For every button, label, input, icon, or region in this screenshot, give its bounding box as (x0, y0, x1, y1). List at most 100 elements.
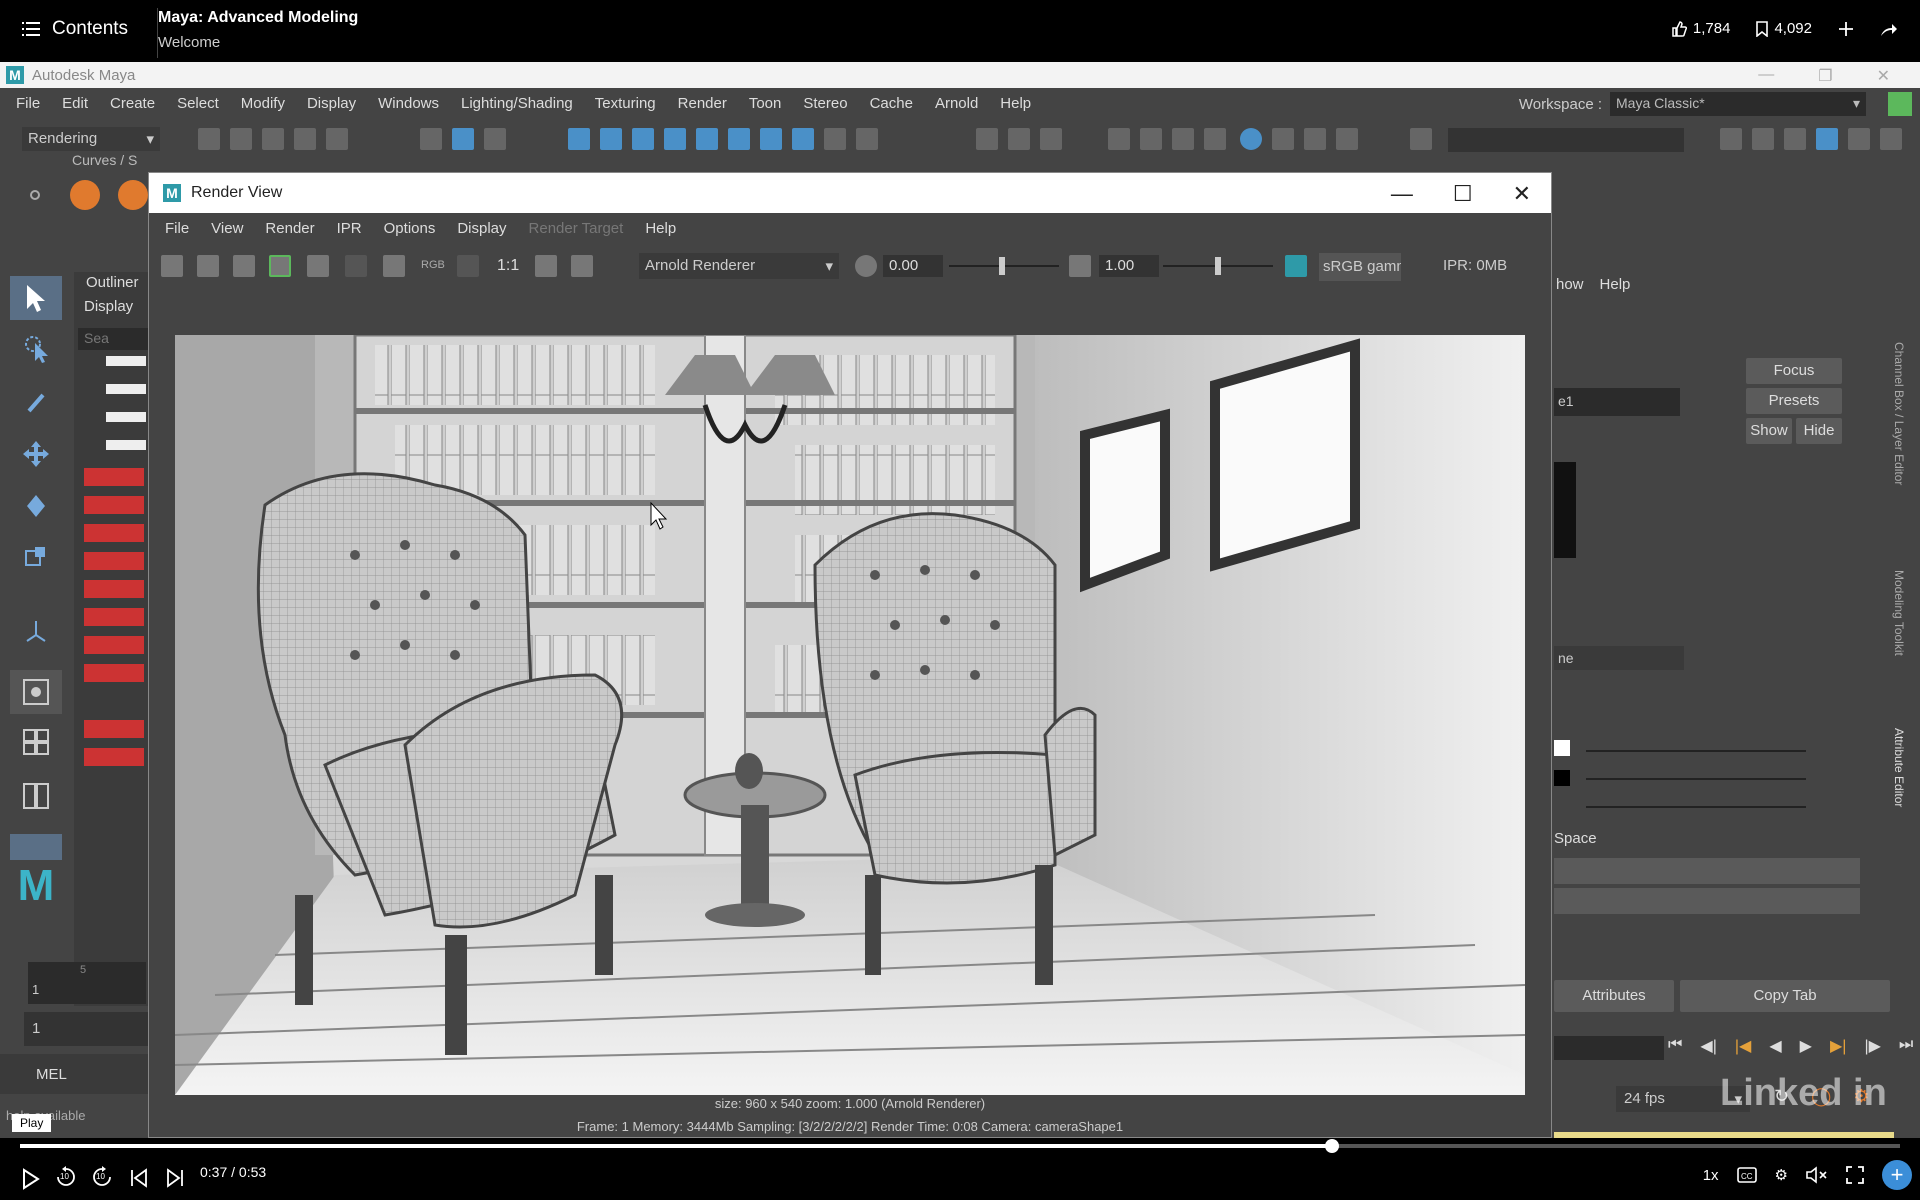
ae-slider-track[interactable] (1586, 750, 1806, 752)
save-scene-icon[interactable] (262, 128, 284, 150)
menu-arnold[interactable]: Arnold (935, 95, 978, 112)
exposure-field[interactable]: 0.00 (883, 255, 943, 277)
outliner-display-menu[interactable]: Display (84, 298, 133, 315)
ae-node-name-field[interactable]: e1 (1554, 388, 1680, 416)
hypershade-icon[interactable] (1108, 128, 1130, 150)
ipr-icon[interactable] (1040, 128, 1062, 150)
time-slider[interactable]: 1 5 (28, 962, 146, 1004)
outliner-mesh-item[interactable] (84, 636, 144, 654)
attribute-editor-icon[interactable] (1816, 128, 1838, 150)
exposure-slider-handle[interactable] (999, 257, 1005, 275)
menu-windows[interactable]: Windows (378, 95, 439, 112)
go-to-start-icon[interactable]: ⏮ (1668, 1036, 1682, 1056)
play-forwards-icon[interactable]: ▶ (1800, 1036, 1812, 1056)
restore-icon[interactable]: ❐ (1818, 66, 1832, 86)
volume-muted-icon[interactable] (1806, 1166, 1828, 1184)
next-button[interactable] (166, 1168, 184, 1188)
snap-vertex-icon[interactable] (728, 128, 750, 150)
menu-texturing[interactable]: Texturing (595, 95, 656, 112)
symmetry-icon[interactable] (760, 128, 782, 150)
ae-slider-track[interactable] (1586, 778, 1806, 780)
new-scene-icon[interactable] (198, 128, 220, 150)
outliner-mesh-item[interactable] (84, 580, 144, 598)
undo-icon[interactable] (294, 128, 316, 150)
render-settings-icon[interactable] (383, 255, 405, 277)
color-swatch-white[interactable] (1554, 740, 1570, 756)
load-attributes-button[interactable]: Attributes (1554, 980, 1674, 1012)
step-forward-key-icon[interactable]: ▶| (1830, 1036, 1846, 1056)
step-back-icon[interactable]: ◀| (1700, 1036, 1716, 1056)
step-forward-icon[interactable]: |▶ (1864, 1036, 1880, 1056)
outliner-search-input[interactable]: Sea (78, 328, 148, 350)
outliner-mesh-item[interactable] (84, 524, 144, 542)
select-tool-icon[interactable] (10, 276, 62, 320)
sphere-shelf-icon[interactable] (70, 180, 100, 210)
rv-menu-file[interactable]: File (165, 220, 189, 237)
add-note-button[interactable]: + (1882, 1160, 1912, 1190)
modeling-toolkit-icon[interactable] (1784, 128, 1806, 150)
like-button[interactable]: 1,784 (1671, 20, 1730, 37)
alpha-channel-icon[interactable] (457, 255, 479, 277)
gamma-slider-handle[interactable] (1215, 257, 1221, 275)
keep-image-icon[interactable] (535, 255, 557, 277)
shelf-options-icon[interactable] (30, 190, 40, 200)
step-back-key-icon[interactable]: |◀ (1735, 1036, 1751, 1056)
outliner-mesh-item[interactable] (84, 468, 144, 486)
hide-button[interactable]: Hide (1796, 418, 1842, 444)
rv-menu-render[interactable]: Render (265, 220, 314, 237)
select-component-icon[interactable] (484, 128, 506, 150)
close-icon[interactable]: ✕ (1513, 181, 1531, 207)
menu-edit[interactable]: Edit (62, 95, 88, 112)
outliner-mesh-item[interactable] (84, 608, 144, 626)
previous-button[interactable] (130, 1168, 148, 1188)
save-button[interactable]: 4,092 (1756, 20, 1812, 37)
stop-ipr-icon[interactable] (345, 255, 367, 277)
ae-field[interactable] (1554, 858, 1860, 884)
rv-menu-ipr[interactable]: IPR (337, 220, 362, 237)
menu-modify[interactable]: Modify (241, 95, 285, 112)
render-view-icon[interactable] (976, 128, 998, 150)
menu-help[interactable]: Help (1000, 95, 1031, 112)
ae-menu-help[interactable]: Help (1600, 276, 1631, 293)
current-time-field[interactable] (1554, 1036, 1664, 1060)
input-mode-icon[interactable] (1410, 128, 1432, 150)
outliner-camera-item[interactable] (106, 356, 146, 366)
outliner-mesh-item[interactable] (84, 552, 144, 570)
command-line[interactable] (0, 1054, 150, 1094)
ae-field[interactable] (1554, 888, 1860, 914)
lasso-tool-icon[interactable] (10, 328, 62, 372)
snap-grid-icon[interactable] (568, 128, 590, 150)
refresh-ipr-icon[interactable] (307, 255, 329, 277)
rv-menu-help[interactable]: Help (645, 220, 676, 237)
focus-button[interactable]: Focus (1746, 358, 1842, 384)
gamma-field[interactable]: 1.00 (1099, 255, 1159, 277)
go-to-end-icon[interactable]: ⏭ (1899, 1036, 1913, 1056)
render-region-icon[interactable] (197, 255, 219, 277)
snap-curve-icon[interactable] (600, 128, 622, 150)
rv-menu-display[interactable]: Display (457, 220, 506, 237)
progress-handle[interactable] (1325, 1139, 1340, 1153)
attribute-editor-tab[interactable]: Attribute Editor (1892, 728, 1906, 807)
view-transform-select[interactable]: sRGB gamm (1319, 253, 1401, 281)
render-sequence-icon[interactable] (1172, 128, 1194, 150)
minimize-icon[interactable]: — (1391, 181, 1413, 207)
select-hierarchy-icon[interactable] (420, 128, 442, 150)
channel-box-icon[interactable] (1880, 128, 1902, 150)
gamma-icon[interactable] (1069, 255, 1091, 277)
shelf-tab[interactable]: Curves / S (72, 152, 137, 168)
layout-icon[interactable] (1752, 128, 1774, 150)
torus-shelf-icon[interactable] (118, 180, 148, 210)
menu-toon[interactable]: Toon (749, 95, 782, 112)
copy-tab-button[interactable]: Copy Tab (1680, 980, 1890, 1012)
range-start-field[interactable]: 1 (24, 1012, 148, 1046)
channel-box-tab[interactable]: Channel Box / Layer Editor (1892, 342, 1906, 485)
remove-image-icon[interactable] (571, 255, 593, 277)
tool-settings-icon[interactable] (1848, 128, 1870, 150)
ae-slider-track[interactable] (1586, 806, 1806, 808)
render-settings-icon[interactable] (1140, 128, 1162, 150)
close-icon[interactable]: ✕ (1877, 66, 1890, 86)
progress-bar[interactable] (20, 1139, 1900, 1153)
arnold-ipr-icon[interactable] (1272, 128, 1294, 150)
ae-dropdown[interactable]: ne (1554, 646, 1684, 670)
outliner-mesh-item[interactable] (84, 720, 144, 738)
